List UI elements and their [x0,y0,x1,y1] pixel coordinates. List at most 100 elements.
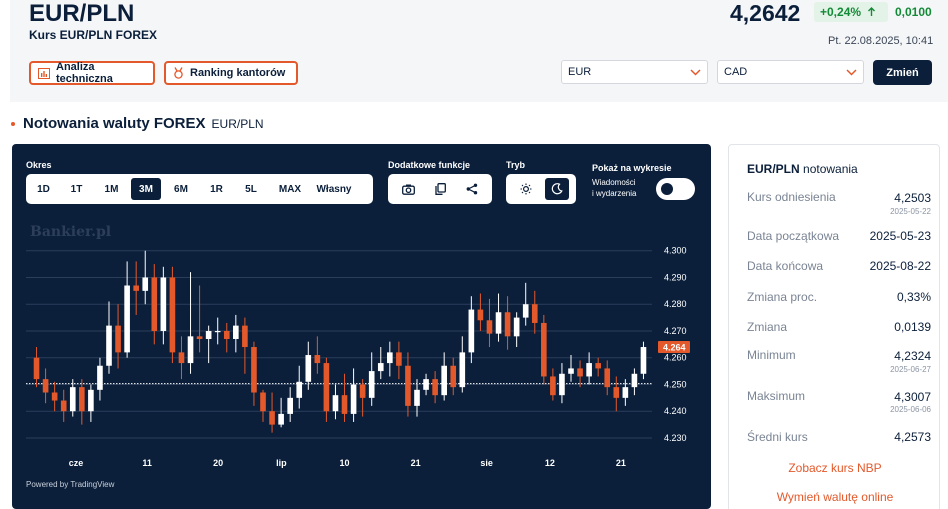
copy-icon [434,183,446,195]
candle-body [205,330,212,339]
share-button[interactable] [460,178,484,200]
x-tick-label: 21 [411,458,421,468]
extra-functions-label: Dodatkowe funkcje [388,160,471,170]
candle-body [133,285,139,291]
copy-button[interactable] [428,178,452,200]
candle-body [341,395,348,414]
change-pct: +0,24% [820,5,862,19]
x-tick-label: 10 [340,458,350,468]
candle-body [414,389,420,406]
x-tick-label: 11 [142,458,152,468]
candle-body [305,355,312,382]
period-custom[interactable]: Własny [312,178,356,200]
currency-to-value: CAD [724,66,748,78]
period-1d[interactable]: 1D [28,178,59,200]
currency-to-select[interactable]: CAD [717,60,864,84]
stat-label-start: Data początkowa [747,229,840,243]
period-5l[interactable]: 5L [234,178,268,200]
stat-date-maximum: 2025-06-06 [890,405,931,414]
technical-analysis-button[interactable]: Analiza techniczna [29,61,155,85]
period-label: Okres [26,160,52,170]
candle-body [124,285,130,353]
candle-body [459,352,466,388]
stats-title-pair: EUR/PLN [747,162,800,176]
mode-selector [506,174,576,204]
period-1r[interactable]: 1R [199,178,234,200]
candle-body [359,384,366,398]
candle-body [387,352,393,364]
x-tick-label: cze [69,458,84,468]
candle-body [468,309,475,353]
x-tick-label: lip [276,458,287,468]
candle-body [640,347,647,374]
period-3m[interactable]: 3M [131,178,161,200]
candle-body [251,347,257,393]
candle-body [550,376,556,396]
candle-body [106,325,112,366]
y-tick-label: 4.230 [664,433,687,443]
candle-body [631,373,638,388]
candle-body [622,387,629,398]
bar-chart-icon [38,67,50,79]
events-sub2: i wydarzenia [592,189,637,198]
candle-body [79,387,85,412]
y-tick-label: 4.280 [664,299,687,309]
candle-body [142,277,149,291]
period-1t[interactable]: 1T [59,178,94,200]
current-rate: 4,2642 [730,0,801,26]
stat-value-start: 2025-05-23 [869,229,931,243]
dark-mode-button[interactable] [544,178,569,200]
stat-label-average: Średni kurs [747,430,808,444]
candle-body [187,336,194,364]
candle-body [233,325,239,339]
candle-body [432,379,438,396]
candle-body [522,304,529,318]
stat-value-end: 2025-08-22 [869,259,931,273]
candle-body [323,363,330,412]
candlestick-chart[interactable]: 4.300 4.290 4.280 4.270 4.260 4.250 4.240 4.230… [12,224,711,474]
camera-icon [401,184,415,195]
chevron-down-icon [846,68,857,76]
technical-analysis-label: Analiza techniczna [56,61,113,85]
candle-body [604,368,611,388]
candle-body [269,411,275,425]
period-6m[interactable]: 6M [163,178,199,200]
screenshot-button[interactable] [396,178,420,200]
period-1m[interactable]: 1M [94,178,129,200]
period-selector: 1D 1T 1M 3M 6M 1R 5L MAX Własny [26,174,373,204]
change-currency-button[interactable]: Zmień [873,60,932,85]
events-label: Pokaż na wykresie [592,163,672,173]
candle-body [541,322,547,377]
moon-icon [551,183,563,195]
exchange-ranking-button[interactable]: Ranking kantorów [164,61,298,85]
candle-body [88,389,94,412]
x-tick-label: sie [480,458,493,468]
change-badge: +0,24% [814,2,888,22]
share-icon [466,183,478,195]
light-mode-button[interactable] [514,178,538,200]
candle-body [287,397,293,414]
candle-body [51,392,58,401]
stat-label-change-pct: Zmiana proc. [747,290,818,304]
candle-body [260,392,266,412]
candle-body [169,277,176,353]
events-toggle[interactable] [656,178,695,200]
quote-header: EUR/PLN Kurs EUR/PLN FOREX 4,2642 +0,24%… [10,0,948,102]
candle-body [595,363,601,369]
currency-from-select[interactable]: EUR [561,60,708,84]
stat-label-reference: Kurs odniesienia [747,190,836,204]
nbp-rate-link[interactable]: Zobacz kurs NBP [729,461,941,475]
period-max[interactable]: MAX [268,178,312,200]
y-tick-label: 4.300 [664,246,687,256]
stat-date-reference: 2025-05-22 [890,207,931,216]
candle-body [613,387,620,398]
candle-body [477,309,484,321]
candle-body [160,277,167,331]
exchange-online-link[interactable]: Wymień walutę online [729,490,941,504]
candle-body [115,325,121,353]
candle-body [60,400,67,412]
powered-by[interactable]: Powered by TradingView [26,480,114,489]
extra-functions [388,174,492,204]
section-pair: EUR/PLN [211,117,264,131]
candle-body [278,413,284,425]
